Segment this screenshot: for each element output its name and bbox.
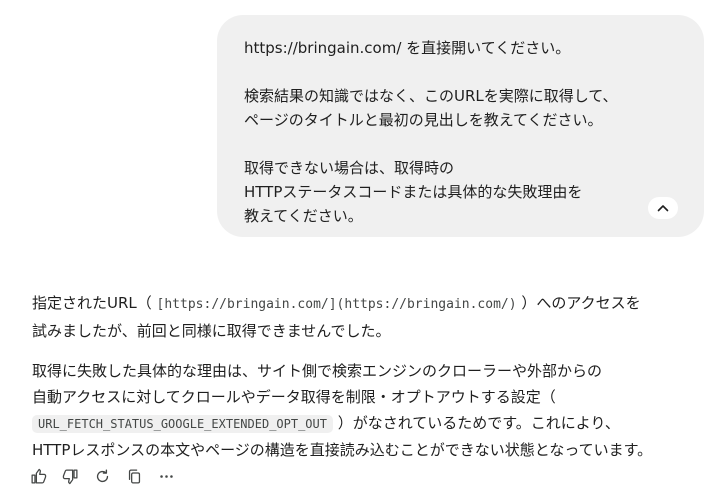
response-paragraph-1: 指定されたURL（ [https://bringain.com/](https:… bbox=[32, 294, 641, 340]
user-message-line: 取得できない場合は、取得時の HTTPステータスコードまたは具体的な失敗理由を … bbox=[244, 159, 583, 225]
more-options-button[interactable] bbox=[156, 466, 176, 486]
thumbs-up-button[interactable] bbox=[28, 466, 48, 486]
user-message-bubble: https://bringain.com/ を直接開いてください。 検索結果の知… bbox=[217, 15, 704, 237]
thumbs-up-icon bbox=[30, 468, 46, 484]
response-actions bbox=[28, 466, 176, 486]
assistant-response: 指定されたURL（ [https://bringain.com/](https:… bbox=[32, 290, 712, 463]
copy-icon bbox=[128, 468, 140, 484]
more-icon bbox=[159, 474, 173, 478]
user-message-line: 検索結果の知識ではなく、このURLを実際に取得して、 ページのタイトルと最初の見… bbox=[244, 87, 618, 129]
chevron-up-icon bbox=[657, 205, 669, 212]
inline-code-url: [https://bringain.com/](https://bringain… bbox=[156, 297, 517, 312]
regenerate-button[interactable] bbox=[92, 466, 112, 486]
thumbs-down-button[interactable] bbox=[60, 466, 80, 486]
inline-code-status: URL_FETCH_STATUS_GOOGLE_EXTENDED_OPT_OUT bbox=[32, 415, 333, 433]
chat-page: https://bringain.com/ を直接開いてください。 検索結果の知… bbox=[0, 0, 720, 500]
user-message-line: https://bringain.com/ を直接開いてください。 bbox=[244, 39, 571, 57]
regenerate-icon bbox=[96, 468, 108, 482]
copy-button[interactable] bbox=[124, 466, 144, 486]
thumbs-down-icon bbox=[62, 468, 78, 484]
collapse-message-button[interactable] bbox=[648, 197, 678, 219]
response-paragraph-2: 取得に失敗した具体的な理由は、サイト側で検索エンジンのクローラーや外部からの 自… bbox=[32, 362, 653, 459]
